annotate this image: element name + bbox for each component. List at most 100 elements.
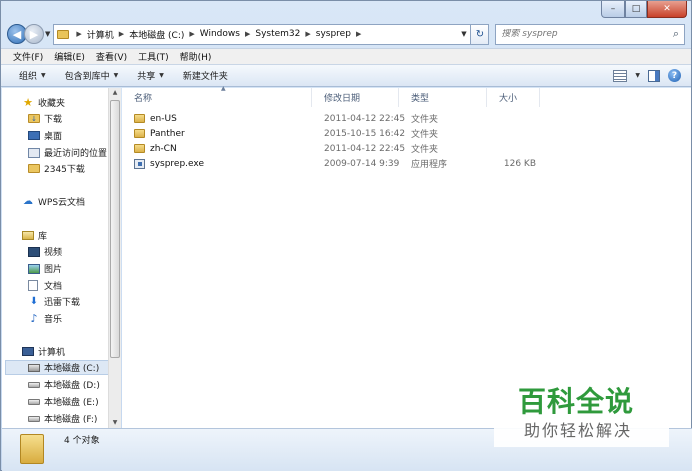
navigation-pane: ★ 收藏夹 ↓ 下载 桌面 最近访问的位置 2345下载 ☁ WPS云文档 库 视频 … bbox=[2, 88, 121, 428]
nav-downloads-label: 下载 bbox=[44, 115, 63, 125]
explorer-window: – □ ✕ ◀ ▶ ▼ ▶ 计算机 ▶ 本地磁盘 (C:) ▶ Windows ▶ Sy… bbox=[0, 0, 692, 471]
scroll-up-icon[interactable]: ▲ bbox=[109, 88, 121, 98]
star-icon: ★ bbox=[23, 96, 33, 109]
new-folder-button[interactable]: 新建文件夹 bbox=[177, 69, 241, 82]
document-library-icon bbox=[28, 280, 38, 291]
file-date: 2015-10-15 16:42 bbox=[324, 128, 406, 139]
nav-drive-c-label: 本地磁盘 (C:) bbox=[44, 364, 100, 374]
menu-bar: 文件(F) 编辑(E) 查看(V) 工具(T) 帮助(H) bbox=[1, 48, 691, 64]
back-arrow-icon: ◀ bbox=[12, 27, 22, 41]
scroll-down-icon[interactable]: ▼ bbox=[109, 418, 121, 428]
close-button[interactable]: ✕ bbox=[647, 1, 687, 18]
nav-favorites[interactable]: ★ 收藏夹 bbox=[22, 95, 121, 110]
organize-label: 组织 bbox=[19, 72, 38, 82]
address-row: ◀ ▶ ▼ ▶ 计算机 ▶ 本地磁盘 (C:) ▶ Windows ▶ System32… bbox=[7, 23, 685, 45]
search-box[interactable]: ⌕ bbox=[495, 23, 685, 45]
nav-favorites-label: 收藏夹 bbox=[38, 99, 66, 109]
share-label: 共享 bbox=[137, 72, 156, 82]
column-header: 名称 修改日期 类型 大小 bbox=[122, 88, 540, 107]
file-type: 应用程序 bbox=[411, 160, 448, 170]
computer-icon bbox=[22, 347, 34, 356]
menu-edit[interactable]: 编辑(E) bbox=[50, 50, 92, 63]
nav-recent-places-label: 最近访问的位置 bbox=[44, 149, 108, 159]
file-name: Panther bbox=[150, 128, 185, 139]
breadcrumb-windows[interactable]: Windows bbox=[200, 29, 240, 39]
watermark-subtitle: 助你轻松解决 bbox=[524, 421, 633, 440]
video-library-icon bbox=[28, 246, 40, 257]
maximize-button[interactable]: □ bbox=[625, 1, 647, 18]
cloud-icon: ☁ bbox=[23, 196, 33, 207]
change-view-icon[interactable] bbox=[613, 69, 628, 82]
folder-icon bbox=[57, 29, 70, 39]
preview-pane-icon[interactable] bbox=[648, 69, 660, 82]
file-size bbox=[487, 141, 540, 156]
menu-file[interactable]: 文件(F) bbox=[9, 50, 50, 63]
nav-libraries[interactable]: 库 bbox=[22, 228, 121, 243]
chevron-right-icon[interactable]: ▶ bbox=[356, 30, 361, 38]
chevron-down-icon: ▼ bbox=[159, 72, 164, 79]
item-count: 4 个对象 bbox=[64, 436, 100, 446]
breadcrumb-sysprep[interactable]: sysprep bbox=[316, 29, 351, 39]
organize-button[interactable]: 组织 ▼ bbox=[13, 69, 59, 82]
address-bar[interactable]: ▶ 计算机 ▶ 本地磁盘 (C:) ▶ Windows ▶ System32 ▶ sysp… bbox=[53, 23, 472, 45]
nav-drive-c[interactable]: 本地磁盘 (C:) bbox=[5, 360, 111, 375]
folder-icon bbox=[134, 129, 145, 138]
folder-icon bbox=[28, 164, 40, 173]
file-size bbox=[487, 111, 540, 126]
file-type: 文件夹 bbox=[411, 145, 439, 155]
refresh-button[interactable]: ↻ bbox=[471, 23, 490, 45]
recent-places-icon bbox=[28, 147, 40, 158]
navigation-scrollbar[interactable]: ▲ ▼ bbox=[108, 88, 121, 428]
column-size[interactable]: 大小 bbox=[487, 88, 540, 107]
column-name[interactable]: 名称 bbox=[122, 88, 312, 107]
file-row[interactable]: Panther 2015-10-15 16:42 文件夹 bbox=[122, 126, 540, 141]
chevron-down-icon: ▼ bbox=[41, 72, 46, 79]
desktop-icon bbox=[28, 131, 40, 140]
breadcrumb-drive-c[interactable]: 本地磁盘 (C:) bbox=[129, 28, 184, 41]
search-input[interactable] bbox=[501, 29, 668, 39]
breadcrumb-computer[interactable]: 计算机 bbox=[87, 28, 114, 41]
breadcrumb-system32[interactable]: System32 bbox=[255, 29, 300, 39]
scrollbar-thumb[interactable] bbox=[110, 100, 120, 358]
nav-drive-e-label: 本地磁盘 (E:) bbox=[44, 398, 99, 408]
forward-button[interactable]: ▶ bbox=[24, 24, 44, 44]
chevron-right-icon: ▶ bbox=[244, 30, 251, 38]
nav-desktop-label: 桌面 bbox=[44, 132, 63, 142]
nav-pictures-label: 图片 bbox=[44, 265, 63, 275]
file-row[interactable]: sysprep.exe 2009-07-14 9:39 应用程序 126 KB bbox=[122, 156, 540, 171]
include-in-library-button[interactable]: 包含到库中 ▼ bbox=[59, 69, 132, 82]
chevron-right-icon: ▶ bbox=[76, 30, 82, 38]
picture-library-icon bbox=[28, 263, 40, 274]
menu-help[interactable]: 帮助(H) bbox=[176, 50, 219, 63]
column-type[interactable]: 类型 bbox=[399, 88, 487, 107]
file-row[interactable]: en-US 2011-04-12 22:45 文件夹 bbox=[122, 111, 540, 126]
drive-icon bbox=[28, 415, 40, 422]
menu-tools[interactable]: 工具(T) bbox=[134, 50, 176, 63]
menu-view[interactable]: 查看(V) bbox=[92, 50, 134, 63]
search-icon[interactable]: ⌕ bbox=[668, 27, 684, 41]
nav-wps-cloud[interactable]: ☁ WPS云文档 bbox=[22, 194, 121, 209]
file-name: sysprep.exe bbox=[150, 158, 204, 169]
file-row[interactable]: zh-CN 2011-04-12 22:45 文件夹 bbox=[122, 141, 540, 156]
file-size: 126 KB bbox=[503, 158, 536, 169]
file-size bbox=[487, 126, 540, 141]
help-icon[interactable]: ? bbox=[668, 69, 681, 82]
folder-icon bbox=[20, 434, 44, 464]
folder-icon bbox=[134, 144, 145, 153]
recent-pages-dropdown-icon[interactable]: ▼ bbox=[45, 30, 50, 38]
nav-videos-label: 视频 bbox=[44, 248, 63, 258]
caption-buttons: – □ ✕ bbox=[601, 1, 687, 18]
address-dropdown-icon[interactable]: ▼ bbox=[456, 30, 470, 38]
new-folder-label: 新建文件夹 bbox=[182, 72, 228, 82]
chevron-right-icon: ▶ bbox=[189, 30, 195, 38]
column-date[interactable]: 修改日期 bbox=[312, 88, 399, 107]
view-options-dropdown-icon[interactable]: ▼ bbox=[635, 72, 640, 79]
share-button[interactable]: 共享 ▼ bbox=[131, 69, 177, 82]
nav-drive-d-label: 本地磁盘 (D:) bbox=[44, 381, 100, 391]
chevron-down-icon: ▼ bbox=[113, 72, 119, 79]
nav-computer[interactable]: 计算机 bbox=[22, 344, 121, 359]
nav-drive-f-label: 本地磁盘 (F:) bbox=[44, 415, 98, 425]
minimize-button[interactable]: – bbox=[601, 1, 625, 18]
watermark-title: 百科全说 bbox=[518, 385, 635, 418]
include-in-library-label: 包含到库中 bbox=[64, 72, 110, 82]
